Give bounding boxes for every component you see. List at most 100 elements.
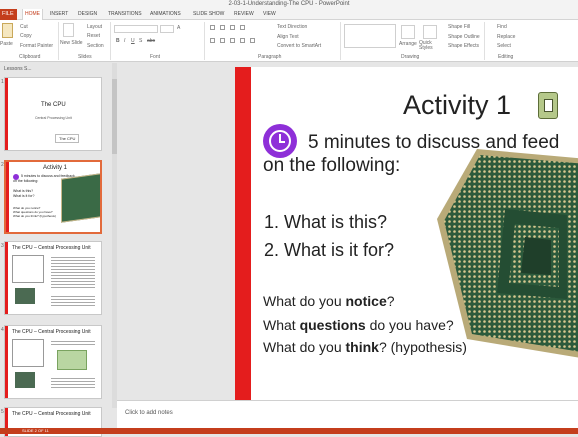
thumb-board-image <box>57 350 87 370</box>
section-button[interactable]: Section <box>87 43 104 49</box>
thumb-text-block <box>51 255 95 289</box>
shapes-gallery[interactable] <box>344 24 396 48</box>
new-slide-button[interactable]: New Slide <box>60 40 83 46</box>
numbering-icon[interactable] <box>220 25 225 30</box>
window-title: 2-03-1-Understanding-The CPU - PowerPoin… <box>228 1 350 7</box>
thumb-line: What do you think? (hypothesis) <box>13 214 56 218</box>
tab-slide-show[interactable]: SLIDE SHOW <box>193 9 224 20</box>
strikethrough-button[interactable]: abc <box>147 38 155 44</box>
format-painter-button[interactable]: Format Painter <box>20 43 53 49</box>
italic-button[interactable]: I <box>124 38 125 44</box>
thumb-button: The CPU <box>55 134 80 143</box>
prompt-questions[interactable]: What questions do you have? <box>263 317 454 333</box>
tab-transitions[interactable]: TRANSITIONS <box>108 9 142 20</box>
font-name-dropdown[interactable] <box>114 25 158 33</box>
thumb-subtitle: Central Processing Unit <box>35 116 72 120</box>
reset-button[interactable]: Reset <box>87 33 100 39</box>
font-group-label: Font <box>150 54 161 60</box>
tab-view[interactable]: VIEW <box>263 9 276 20</box>
thumb-table <box>12 339 44 367</box>
group-separator <box>340 22 341 60</box>
bullets-icon[interactable] <box>210 25 215 30</box>
slide-thumbnail-2[interactable]: Activity 1 5 minutes to discuss and feed… <box>4 160 102 234</box>
copy-button[interactable]: Copy <box>20 33 32 39</box>
grow-font-button[interactable]: A <box>177 25 180 31</box>
file-tab[interactable]: FILE <box>0 9 17 20</box>
paste-icon[interactable] <box>2 23 13 38</box>
tab-animations[interactable]: ANIMATIONS <box>150 9 181 20</box>
ribbon: Paste Cut Copy Format Painter Clipboard … <box>0 20 578 62</box>
thumb-title: The CPU – Central Processing Unit <box>12 329 91 335</box>
status-bar: SLIDE 2 OF 11 <box>0 428 578 434</box>
paste-button[interactable]: Paste <box>0 41 13 47</box>
thumb-table <box>12 255 44 283</box>
select-button[interactable]: Select <box>497 43 511 49</box>
status-text: SLIDE 2 OF 11 <box>22 428 49 433</box>
question-2[interactable]: 2. What is it for? <box>264 240 394 261</box>
arrange-icon[interactable] <box>401 25 415 39</box>
slide-canvas[interactable]: Activity 1 5 minutes to discuss and feed… <box>235 67 578 400</box>
find-button[interactable]: Find <box>497 24 507 30</box>
quick-styles-icon[interactable] <box>423 25 437 39</box>
thumb-title: The CPU – Central Processing Unit <box>12 411 91 417</box>
bold-button[interactable]: B <box>116 38 120 44</box>
tab-insert[interactable]: INSERT <box>50 9 68 20</box>
slide-thumbnail-3[interactable]: The CPU – Central Processing Unit <box>4 241 102 315</box>
thumb-red-bar <box>5 242 8 314</box>
decrease-indent-icon[interactable] <box>230 25 235 30</box>
slide-red-bar <box>235 67 251 400</box>
group-separator <box>58 22 59 60</box>
slide-title[interactable]: Activity 1 <box>403 90 511 121</box>
slides-panel: Lessons S... 1 The CPU Central Processin… <box>0 63 120 437</box>
thumb-text-block <box>51 294 95 306</box>
text-direction-button[interactable]: Text Direction <box>277 24 307 30</box>
font-size-dropdown[interactable] <box>160 25 174 33</box>
align-text-button[interactable]: Align Text <box>277 34 299 40</box>
justify-icon[interactable] <box>240 38 245 43</box>
new-slide-icon[interactable] <box>63 23 74 37</box>
thumb-red-bar <box>6 162 9 232</box>
convert-smartart-button[interactable]: Convert to SmartArt <box>277 43 321 49</box>
notes-pane[interactable]: Click to add notes <box>117 400 578 428</box>
increase-indent-icon[interactable] <box>240 25 245 30</box>
paragraph-group-label: Paragraph <box>258 54 282 60</box>
slide-thumbnail-1[interactable]: The CPU Central Processing Unit The CPU <box>4 77 102 151</box>
thumb-line: on the following: <box>13 179 39 183</box>
shape-effects-button[interactable]: Shape Effects <box>448 43 479 49</box>
tab-home[interactable]: HOME <box>22 9 43 20</box>
slide-thumbnail-4[interactable]: The CPU – Central Processing Unit <box>4 325 102 399</box>
instruction-line-2[interactable]: on the following: <box>263 155 400 177</box>
underline-button[interactable]: U <box>131 38 135 44</box>
drawing-group-label: Drawing <box>401 54 420 60</box>
thumb-text-block <box>51 376 95 388</box>
cpu-image <box>437 149 578 358</box>
panel-scroll-thumb[interactable] <box>112 79 117 154</box>
arrange-button[interactable]: Arrange <box>399 41 417 47</box>
quick-styles-button[interactable]: Quick Styles <box>419 41 441 51</box>
thumb-title: Activity 1 <box>43 165 68 171</box>
question-1[interactable]: 1. What is this? <box>264 212 387 233</box>
tab-review[interactable]: REVIEW <box>234 9 254 20</box>
columns-icon[interactable] <box>250 38 255 43</box>
cut-button[interactable]: Cut <box>20 24 28 30</box>
editing-group-label: Editing <box>498 54 514 60</box>
notes-placeholder[interactable]: Click to add notes <box>125 410 173 416</box>
align-left-icon[interactable] <box>210 38 215 43</box>
thumb-line: What is it for? <box>13 194 35 198</box>
replace-button[interactable]: Replace <box>497 34 515 40</box>
align-right-icon[interactable] <box>230 38 235 43</box>
group-separator <box>110 22 111 60</box>
shape-fill-button[interactable]: Shape Fill <box>448 24 470 30</box>
shape-outline-button[interactable]: Shape Outline <box>448 34 480 40</box>
thumb-line: What is this? <box>13 189 34 193</box>
group-separator <box>484 22 485 60</box>
clipboard-icon <box>538 92 558 119</box>
prompt-notice[interactable]: What do you notice? <box>263 293 395 309</box>
prompt-think[interactable]: What do you think? (hypothesis) <box>263 339 467 355</box>
align-center-icon[interactable] <box>220 38 225 43</box>
group-separator <box>204 22 205 60</box>
tab-design[interactable]: DESIGN <box>78 9 97 20</box>
layout-button[interactable]: Layout <box>87 24 102 30</box>
title-bar: 2-03-1-Understanding-The CPU - PowerPoin… <box>0 0 578 9</box>
shadow-button[interactable]: S <box>139 38 142 44</box>
